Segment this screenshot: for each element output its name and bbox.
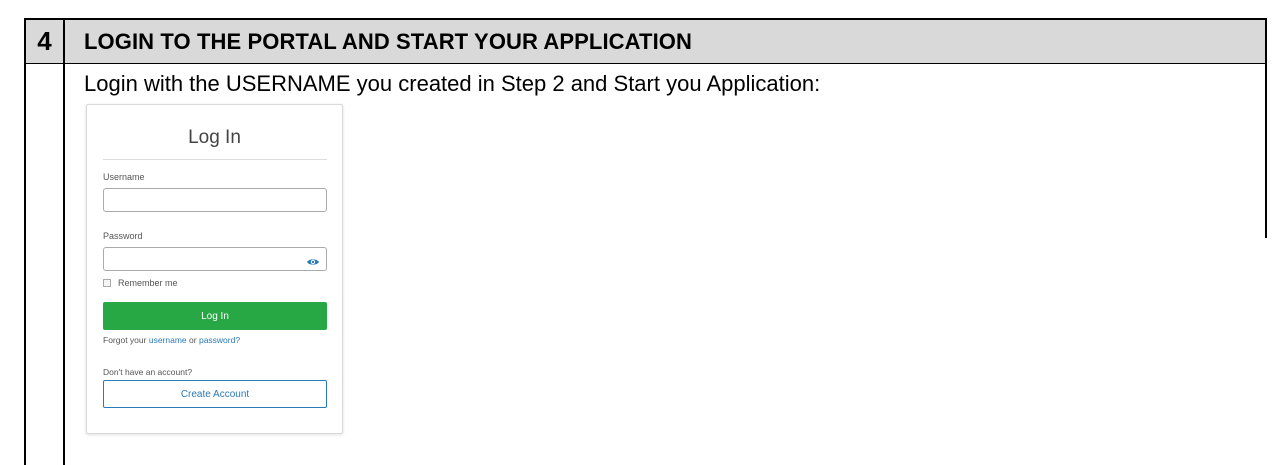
forgot-or: or (189, 335, 197, 345)
title-divider (103, 159, 327, 160)
create-account-button[interactable]: Create Account (103, 380, 327, 408)
step-title: LOGIN TO THE PORTAL AND START YOUR APPLI… (84, 28, 692, 54)
log-in-button[interactable]: Log In (103, 302, 327, 330)
table-border-header (24, 63, 1267, 64)
remember-me-checkbox[interactable] (103, 279, 111, 287)
username-input[interactable] (103, 188, 327, 212)
step-instruction: Login with the USERNAME you created in S… (84, 71, 821, 96)
table-border-column (63, 18, 65, 465)
no-account-text: Don't have an account? (103, 367, 193, 377)
eye-icon[interactable] (306, 254, 320, 265)
step-number: 4 (37, 26, 52, 56)
forgot-credentials-row: Forgot your username or password? (103, 335, 240, 345)
login-card: Log In Username Password Remember me Log… (86, 104, 343, 434)
login-title: Log In (188, 127, 241, 148)
table-border-left (24, 18, 26, 465)
remember-me-label: Remember me (118, 278, 178, 288)
forgot-prefix: Forgot your (103, 335, 147, 345)
forgot-username-link[interactable]: username (149, 335, 187, 345)
password-input[interactable] (103, 247, 327, 271)
table-border-right (1265, 18, 1267, 238)
password-label: Password (103, 231, 143, 241)
remember-me-row[interactable]: Remember me (103, 278, 178, 288)
forgot-password-link[interactable]: password? (199, 335, 240, 345)
username-label: Username (103, 172, 145, 182)
